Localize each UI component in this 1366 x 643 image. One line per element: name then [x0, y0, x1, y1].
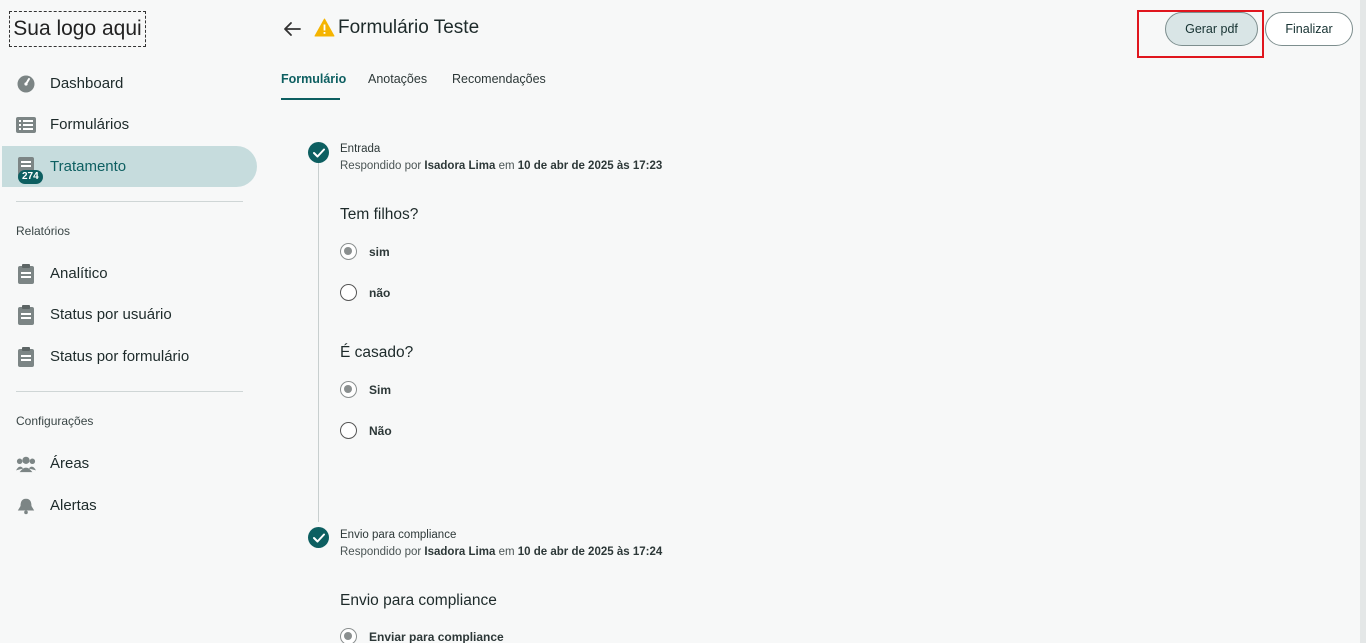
- logo: Sua logo aqui: [9, 11, 146, 47]
- meta-date: 10 de abr de 2025 às 17:23: [517, 160, 663, 172]
- sidebar-divider: [16, 391, 243, 392]
- question-label: É casado?: [340, 344, 414, 361]
- meta-user: Isadora Lima: [424, 546, 496, 558]
- check-icon: [308, 142, 329, 163]
- tab-recomendacoes[interactable]: Recomendações: [452, 72, 546, 86]
- radio-label: Não: [369, 423, 392, 438]
- warning-icon: [314, 18, 335, 42]
- config-section-label: Configurações: [16, 414, 94, 428]
- radio-option[interactable]: Enviar para compliance: [340, 628, 504, 643]
- sidebar: Sua logo aqui Dashboard Formulários 274 …: [0, 0, 262, 643]
- sidebar-item-formularios[interactable]: Formulários: [2, 104, 257, 145]
- back-arrow-icon[interactable]: [281, 18, 303, 40]
- people-icon: [16, 454, 36, 474]
- step-meta: Respondido por Isadora Lima em 10 de abr…: [340, 160, 662, 172]
- clipboard-icon: [16, 304, 36, 325]
- sidebar-item-analitico[interactable]: Analítico: [2, 253, 257, 294]
- active-tab-indicator: [281, 98, 340, 100]
- sidebar-item-label: Dashboard: [50, 75, 124, 92]
- meta-user: Isadora Lima: [424, 160, 496, 172]
- bell-icon: [16, 496, 36, 516]
- sidebar-item-areas[interactable]: Áreas: [2, 443, 257, 484]
- radio-label: Sim: [369, 382, 392, 397]
- scrollbar[interactable]: [1360, 0, 1366, 643]
- reports-section-label: Relatórios: [16, 224, 71, 238]
- meta-date: 10 de abr de 2025 às 17:24: [517, 546, 663, 558]
- meta-mid: em: [498, 160, 515, 172]
- sidebar-item-label: Status por usuário: [50, 306, 172, 323]
- question-label: Envio para compliance: [340, 592, 497, 609]
- sidebar-item-label: Áreas: [50, 455, 90, 472]
- sidebar-divider: [16, 201, 243, 202]
- sidebar-item-label: Tratamento: [50, 158, 127, 175]
- radio-button[interactable]: [340, 422, 357, 439]
- meta-prefix: Respondido por: [340, 160, 422, 172]
- treatment-icon: 274: [16, 156, 43, 184]
- radio-label: sim: [369, 244, 390, 259]
- dashboard-icon: [16, 74, 36, 94]
- step-title: Envio para compliance: [340, 529, 457, 541]
- radio-option[interactable]: Sim: [340, 381, 391, 398]
- tab-formulario[interactable]: Formulário: [281, 72, 346, 86]
- sidebar-item-label: Status por formulário: [50, 348, 190, 365]
- radio-label: não: [369, 285, 391, 300]
- radio-option[interactable]: Não: [340, 422, 392, 439]
- tab-anotacoes[interactable]: Anotações: [368, 72, 427, 86]
- list-icon: [16, 115, 36, 135]
- radio-button[interactable]: [340, 243, 357, 260]
- sidebar-item-label: Alertas: [50, 497, 97, 514]
- radio-option[interactable]: não: [340, 284, 390, 301]
- tratamento-count-badge: 274: [18, 169, 43, 184]
- finish-button[interactable]: Finalizar: [1265, 12, 1353, 46]
- radio-button[interactable]: [340, 284, 357, 301]
- sidebar-item-tratamento[interactable]: 274 Tratamento: [2, 146, 257, 187]
- highlight-box: [1137, 10, 1264, 58]
- sidebar-item-status-usuario[interactable]: Status por usuário: [2, 294, 257, 335]
- meta-mid: em: [498, 546, 515, 558]
- sidebar-item-alertas[interactable]: Alertas: [2, 485, 257, 526]
- step-meta: Respondido por Isadora Lima em 10 de abr…: [340, 546, 662, 558]
- question-label: Tem filhos?: [340, 206, 419, 223]
- page-title: Formulário Teste: [338, 17, 480, 38]
- timeline-line: [318, 162, 319, 522]
- radio-label: Enviar para compliance: [369, 629, 504, 643]
- sidebar-item-label: Formulários: [50, 116, 130, 133]
- radio-option[interactable]: sim: [340, 243, 390, 260]
- sidebar-item-status-formulario[interactable]: Status por formulário: [2, 336, 257, 377]
- meta-prefix: Respondido por: [340, 546, 422, 558]
- sidebar-item-label: Analítico: [50, 265, 108, 282]
- sidebar-item-dashboard[interactable]: Dashboard: [2, 63, 257, 104]
- step-title: Entrada: [340, 143, 381, 155]
- clipboard-icon: [16, 346, 36, 367]
- radio-button[interactable]: [340, 381, 357, 398]
- radio-button[interactable]: [340, 628, 357, 643]
- check-icon: [308, 527, 329, 548]
- clipboard-icon: [16, 263, 36, 284]
